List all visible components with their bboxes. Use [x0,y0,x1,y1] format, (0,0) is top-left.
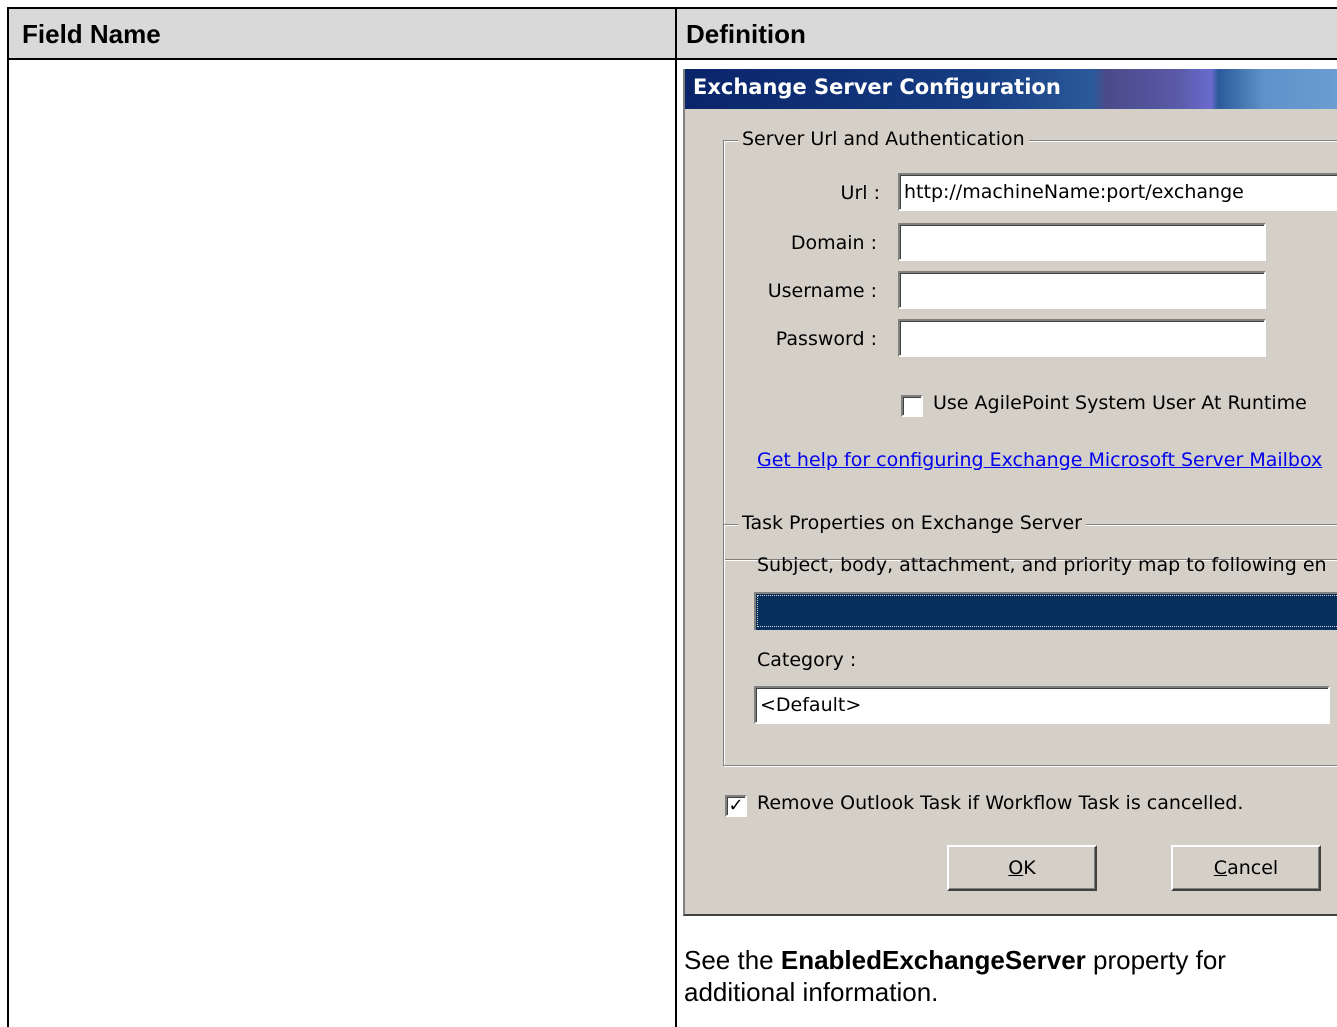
cancel-button[interactable]: Cancel [1171,845,1321,891]
username-label: Username : [767,280,877,302]
header-field-name: Field Name [7,7,675,60]
cancel-rest: ancel [1227,857,1279,879]
definition-prefix: See the [684,945,781,975]
remove-task-checkbox[interactable]: ✓ [725,795,747,817]
ok-rest: K [1023,857,1036,879]
exchange-config-dialog: Exchange Server Configuration Server Url… [683,69,1337,916]
definition-property-name: EnabledExchangeServer [780,945,1086,975]
use-system-user-checkbox[interactable] [901,395,923,417]
ok-accesskey: O [1008,857,1024,879]
domain-input[interactable] [898,223,1266,261]
cancel-accesskey: C [1213,857,1228,879]
server-auth-legend: Server Url and Authentication [738,128,1029,150]
category-input[interactable]: <Default> [754,686,1330,724]
task-properties-legend: Task Properties on Exchange Server [738,512,1086,534]
header-definition: Definition [675,7,1337,60]
mapping-selector[interactable] [754,592,1337,630]
dialog-titlebar[interactable]: Exchange Server Configuration [685,69,1337,109]
map-text: Subject, body, attachment, and priority … [757,554,1327,576]
remove-task-label: Remove Outlook Task if Workflow Task is … [757,792,1244,814]
dialog-title: Exchange Server Configuration [693,75,1061,99]
help-link[interactable]: Get help for configuring Exchange Micros… [757,449,1322,471]
ok-button[interactable]: OK [947,845,1097,891]
username-input[interactable] [898,271,1266,309]
domain-label: Domain : [790,232,877,254]
category-label: Category : [757,649,857,671]
password-input[interactable] [898,319,1266,357]
use-system-user-label: Use AgilePoint System User At Runtime [933,392,1307,414]
url-input[interactable]: http://machineName:port/exchange [898,173,1337,211]
field-name-cell [9,62,675,1027]
table-border-middle [675,7,677,1027]
url-label: Url : [840,182,880,204]
definition-text: See the EnabledExchangeServer property f… [684,944,1314,1008]
password-label: Password : [775,328,877,350]
